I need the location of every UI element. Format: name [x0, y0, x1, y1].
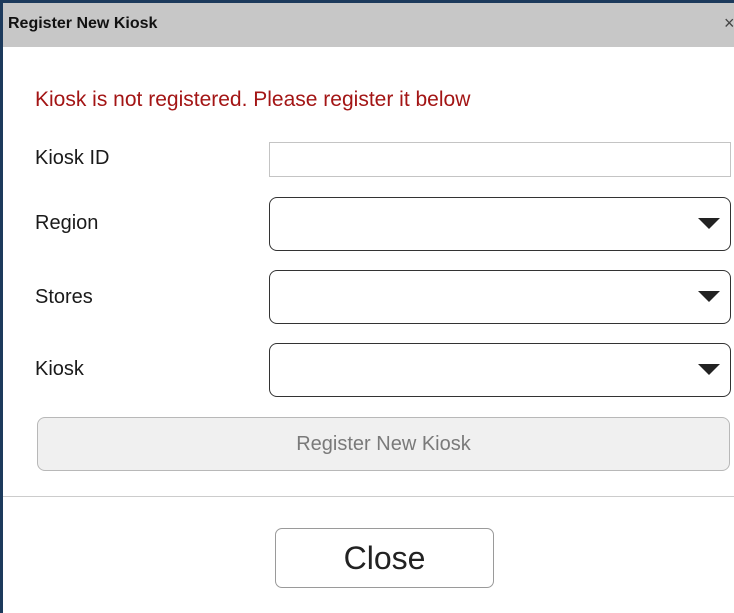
stores-dropdown[interactable]: [269, 270, 731, 324]
stores-label: Stores: [35, 286, 93, 308]
kiosk-label: Kiosk: [35, 358, 84, 380]
registration-status-message: Kiosk is not registered. Please register…: [35, 88, 471, 111]
register-new-kiosk-button[interactable]: Register New Kiosk: [37, 417, 730, 471]
region-label: Region: [35, 212, 99, 234]
kiosk-id-label: Kiosk ID: [35, 147, 110, 169]
region-dropdown[interactable]: [269, 197, 731, 251]
register-kiosk-dialog: Register New Kiosk × Kiosk is not regist…: [0, 0, 734, 613]
footer-divider: [3, 496, 734, 497]
dropdown-arrow-icon: [698, 291, 720, 302]
dropdown-arrow-icon: [698, 364, 720, 375]
close-button[interactable]: Close: [275, 528, 494, 588]
dropdown-arrow-icon: [698, 218, 720, 229]
dialog-title: Register New Kiosk: [8, 15, 158, 32]
close-icon[interactable]: ×: [724, 13, 734, 34]
kiosk-id-input[interactable]: [269, 142, 731, 177]
kiosk-dropdown[interactable]: [269, 343, 731, 397]
title-bar: Register New Kiosk ×: [3, 3, 734, 47]
